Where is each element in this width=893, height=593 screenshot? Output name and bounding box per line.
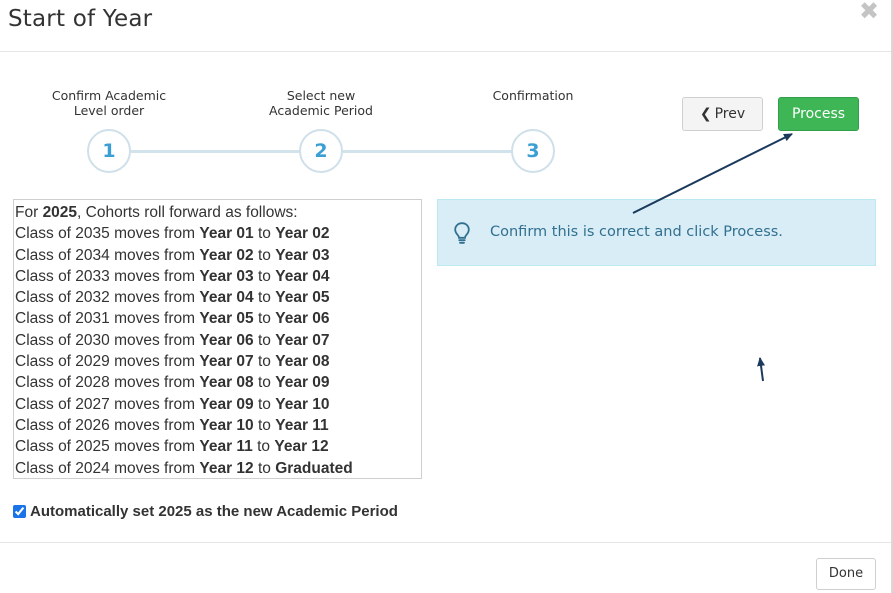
annotation-arrow-small: [757, 357, 766, 382]
annotation-arrows: [632, 133, 793, 382]
annotation-arrow-process: [632, 133, 793, 214]
